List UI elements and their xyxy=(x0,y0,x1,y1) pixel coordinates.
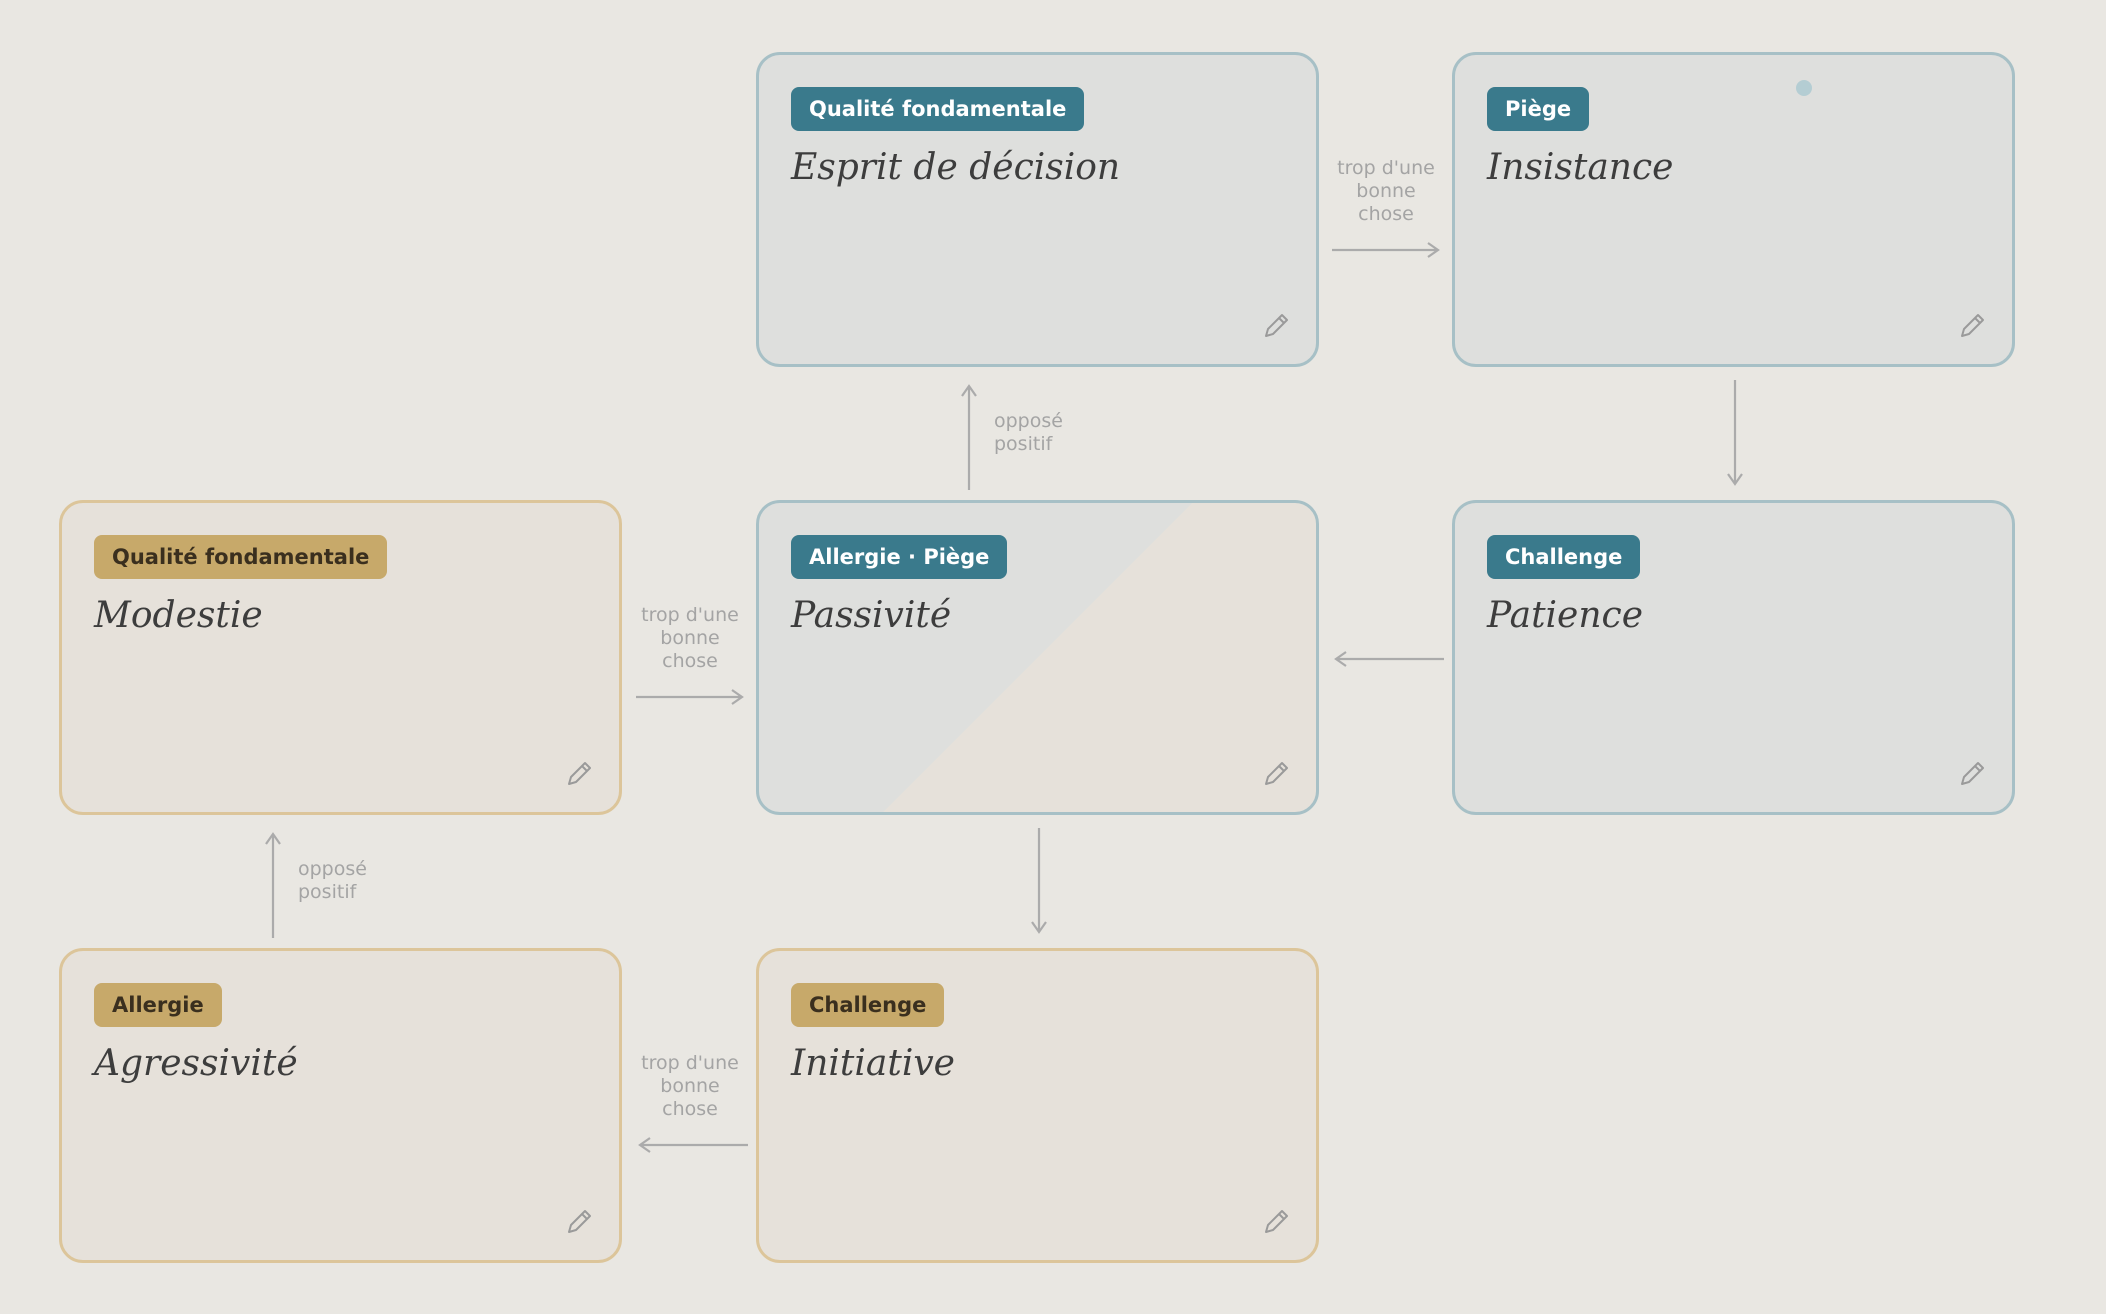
pencil-icon[interactable] xyxy=(563,1206,595,1238)
pencil-icon[interactable] xyxy=(1956,310,1988,342)
arrow-right xyxy=(636,689,744,705)
pencil-icon[interactable] xyxy=(1260,1206,1292,1238)
card-badge: Qualité fondamentale xyxy=(791,87,1085,131)
card-initiative[interactable]: Challenge Initiative xyxy=(756,948,1319,1263)
label-line: bonne xyxy=(660,1075,720,1097)
arrow-left xyxy=(638,1137,748,1153)
arrow-down xyxy=(1031,828,1047,934)
pencil-icon[interactable] xyxy=(1260,758,1292,790)
pencil-icon[interactable] xyxy=(1260,310,1292,342)
label-line: trop d'une xyxy=(1337,157,1435,179)
card-title: Insistance xyxy=(1487,147,1674,188)
card-badge: Qualité fondamentale xyxy=(94,535,388,579)
card-title: Agressivité xyxy=(94,1043,298,1084)
connector-label-opposite: opposé positif xyxy=(298,858,367,904)
label-line: trop d'une xyxy=(641,604,739,626)
arrow-down xyxy=(1727,380,1743,486)
card-badge: Allergie xyxy=(94,983,222,1027)
pencil-icon[interactable] xyxy=(563,758,595,790)
card-title: Esprit de décision xyxy=(791,147,1121,188)
connector-label-opposite: opposé positif xyxy=(994,410,1063,456)
arrow-up xyxy=(961,384,977,490)
card-esprit-de-decision[interactable]: Qualité fondamentale Esprit de décision xyxy=(756,52,1319,367)
arrow-up xyxy=(265,832,281,938)
card-insistance[interactable]: Piège Insistance xyxy=(1452,52,2015,367)
connector-label-too-much: trop d'une bonne chose xyxy=(620,1052,760,1121)
label-line: positif xyxy=(298,881,357,903)
card-title: Modestie xyxy=(94,595,263,636)
arrow-right xyxy=(1332,242,1440,258)
label-line: trop d'une xyxy=(641,1052,739,1074)
card-title: Initiative xyxy=(791,1043,955,1084)
label-line: bonne xyxy=(1356,180,1416,202)
connector-label-too-much: trop d'une bonne chose xyxy=(620,604,760,673)
card-title: Passivité xyxy=(791,595,952,636)
card-agressivite[interactable]: Allergie Agressivité xyxy=(59,948,622,1263)
card-badge: Piège xyxy=(1487,87,1590,131)
card-modestie[interactable]: Qualité fondamentale Modestie xyxy=(59,500,622,815)
label-line: bonne xyxy=(660,627,720,649)
label-line: opposé xyxy=(994,410,1063,432)
label-line: chose xyxy=(1358,203,1414,225)
card-badge: Challenge xyxy=(1487,535,1641,579)
card-patience[interactable]: Challenge Patience xyxy=(1452,500,2015,815)
card-passivite[interactable]: Allergie · Piège Passivité xyxy=(756,500,1319,815)
pencil-icon[interactable] xyxy=(1956,758,1988,790)
connector-label-too-much: trop d'une bonne chose xyxy=(1316,157,1456,226)
card-title: Patience xyxy=(1487,595,1644,636)
card-badge: Allergie · Piège xyxy=(791,535,1008,579)
cursor-dot xyxy=(1796,80,1812,96)
label-line: chose xyxy=(662,650,718,672)
card-badge: Challenge xyxy=(791,983,945,1027)
arrow-left xyxy=(1334,651,1444,667)
label-line: chose xyxy=(662,1098,718,1120)
label-line: opposé xyxy=(298,858,367,880)
label-line: positif xyxy=(994,433,1053,455)
